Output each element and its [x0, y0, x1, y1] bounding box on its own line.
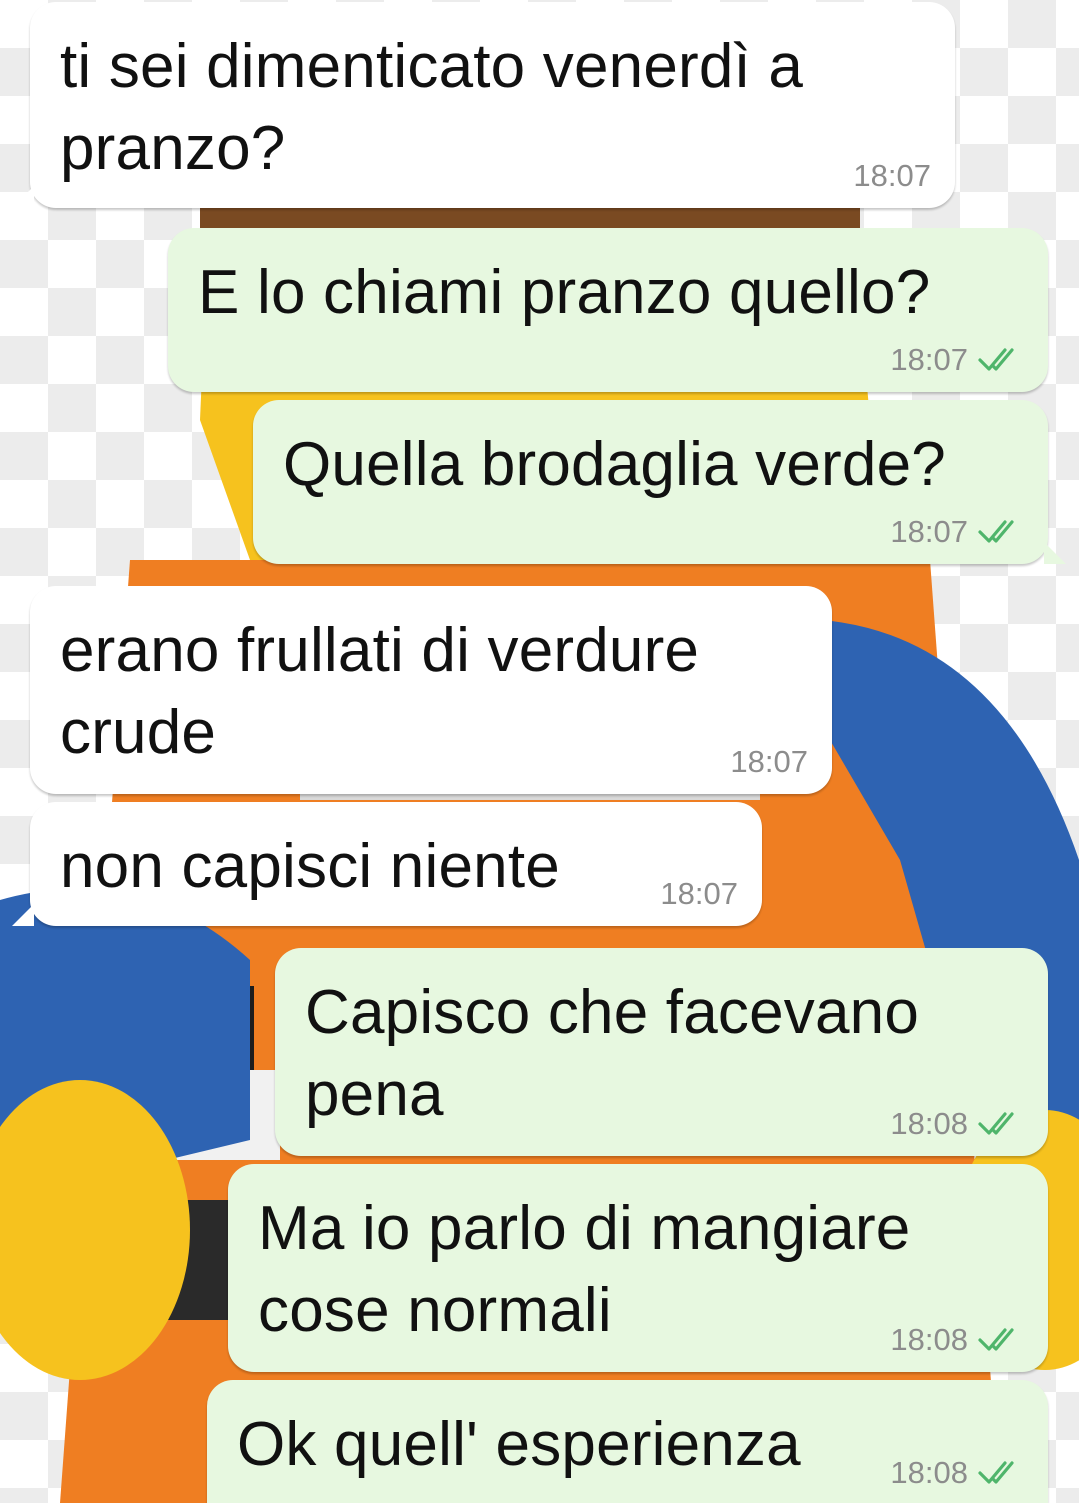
message-time: 18:07	[853, 158, 931, 193]
message-meta: 18:07	[660, 876, 738, 912]
message-meta: 18:07	[853, 158, 931, 194]
message-time: 18:08	[890, 1322, 968, 1357]
message-time: 18:07	[730, 744, 808, 779]
message-text: Capisco che facevano pena	[305, 978, 920, 1129]
message-text: non capisci niente	[60, 832, 560, 901]
double-check-icon	[978, 1461, 1014, 1484]
message-bubble-outgoing[interactable]: E lo chiami pranzo quello? 18:07	[168, 228, 1048, 392]
message-text: Quella brodaglia verde?	[283, 430, 946, 499]
message-bubble-incoming[interactable]: ti sei dimenticato venerdì a pranzo? 18:…	[12, 2, 955, 208]
message-time: 18:08	[890, 1455, 968, 1490]
message-text: Ok quell' esperienza	[237, 1410, 801, 1479]
message-time: 18:07	[890, 514, 968, 549]
double-check-icon	[978, 348, 1014, 371]
message-meta: 18:07	[890, 342, 1022, 378]
message-bubble-incoming[interactable]: erano frullati di verdure crude 18:07	[30, 586, 832, 794]
message-time: 18:08	[890, 1106, 968, 1141]
message-meta: 18:07	[730, 744, 808, 780]
message-meta: 18:08	[890, 1455, 1022, 1491]
message-text: E lo chiami pranzo quello?	[198, 258, 931, 327]
message-text: ti sei dimenticato venerdì a pranzo?	[60, 32, 804, 183]
message-bubble-outgoing[interactable]: Ok quell' esperienza 18:08	[207, 1380, 1048, 1503]
message-bubble-outgoing[interactable]: Ma io parlo di mangiare cose normali 18:…	[228, 1164, 1048, 1372]
message-bubble-outgoing[interactable]: Quella brodaglia verde? 18:07	[253, 400, 1066, 564]
double-check-icon	[978, 520, 1014, 543]
double-check-icon	[978, 1112, 1014, 1135]
message-time: 18:07	[660, 876, 738, 911]
message-text: erano frullati di verdure crude	[60, 616, 700, 767]
double-check-icon	[978, 1328, 1014, 1351]
message-time: 18:07	[890, 342, 968, 377]
message-meta: 18:08	[890, 1322, 1022, 1358]
message-text: Ma io parlo di mangiare cose normali	[258, 1194, 911, 1345]
message-meta: 18:07	[890, 514, 1022, 550]
message-bubble-outgoing[interactable]: Capisco che facevano pena 18:08	[275, 948, 1048, 1156]
message-bubble-incoming[interactable]: non capisci niente 18:07	[12, 802, 762, 926]
message-meta: 18:08	[890, 1106, 1022, 1142]
